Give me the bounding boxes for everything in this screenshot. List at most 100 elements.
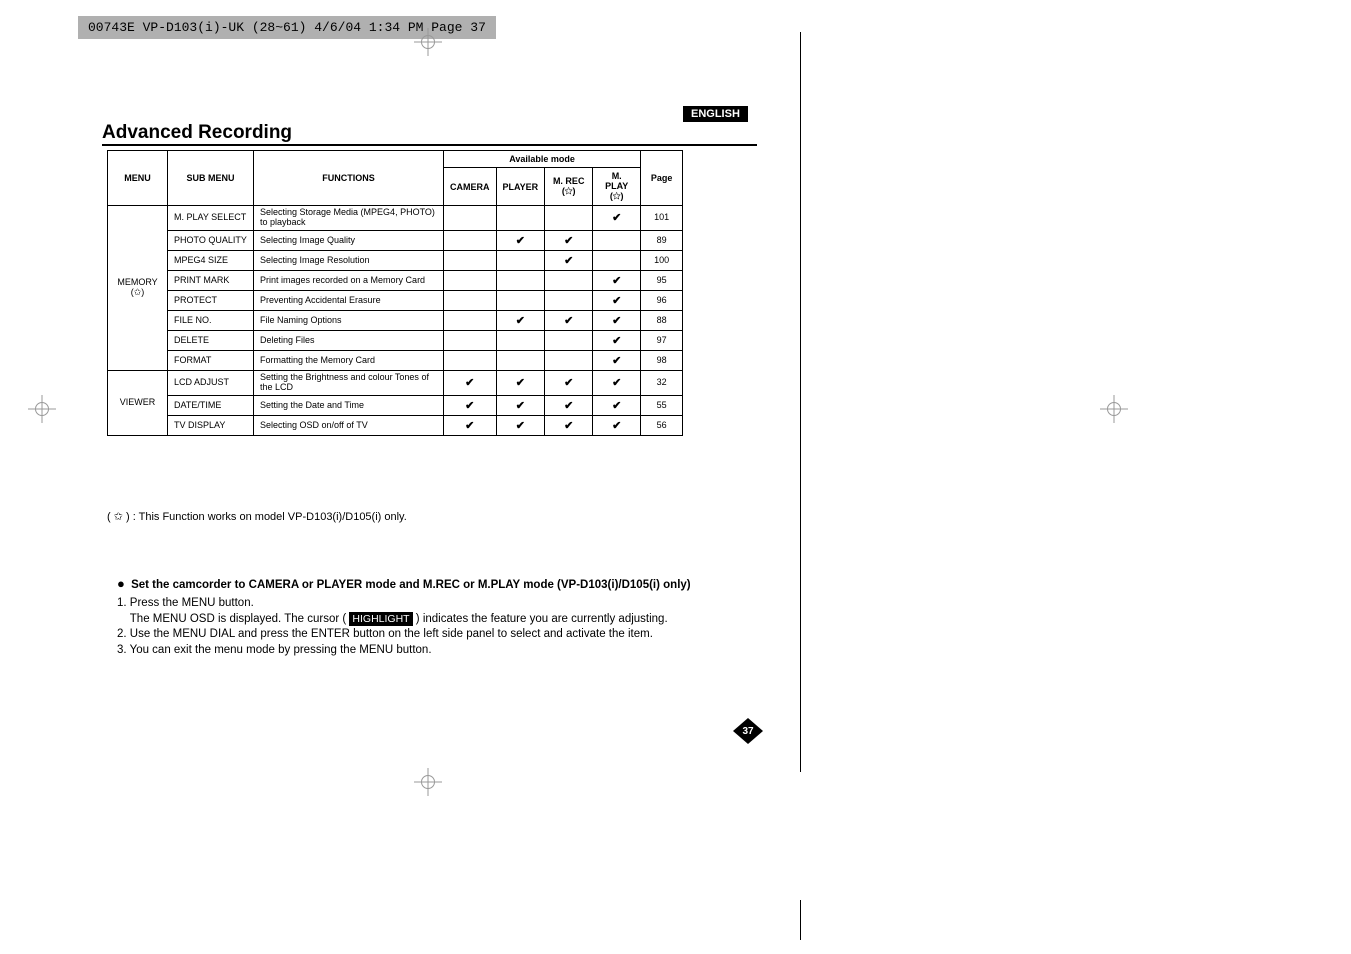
table-cell: ✔: [593, 330, 641, 350]
table-cell: PHOTO QUALITY: [168, 230, 254, 250]
table-cell: Selecting Image Resolution: [254, 250, 444, 270]
menu-cell-memory: MEMORY (✩): [108, 206, 168, 371]
th-player: PLAYER: [496, 168, 545, 206]
table-cell: ✔: [444, 395, 497, 415]
table-cell: ✔: [593, 206, 641, 231]
table-cell: PROTECT: [168, 290, 254, 310]
table-cell: ✔: [444, 370, 497, 395]
table-cell: ✔: [593, 395, 641, 415]
th-page: Page: [641, 151, 683, 206]
registration-mark-left: [28, 395, 56, 423]
table-cell: ✔: [496, 415, 545, 435]
table-cell: Deleting Files: [254, 330, 444, 350]
instructions-list: 1. Press the MENU button. The MENU OSD i…: [117, 596, 668, 658]
table-cell: 55: [641, 395, 683, 415]
table-cell: 32: [641, 370, 683, 395]
th-mplay: M. PLAY (✩): [593, 168, 641, 206]
table-cell: ✔: [545, 250, 593, 270]
table-cell: ✔: [545, 310, 593, 330]
table-cell: [545, 330, 593, 350]
table-cell: 56: [641, 415, 683, 435]
table-cell: ✔: [444, 415, 497, 435]
line1b-prefix: The MENU OSD is displayed. The cursor (: [130, 613, 350, 625]
instructions-header-text: Set the camcorder to CAMERA or PLAYER mo…: [131, 579, 691, 591]
table-cell: Formatting the Memory Card: [254, 350, 444, 370]
table-cell: DELETE: [168, 330, 254, 350]
page-number-badge: 37: [731, 716, 765, 746]
table-cell: [444, 250, 497, 270]
table-cell: Setting the Date and Time: [254, 395, 444, 415]
table-cell: [444, 270, 497, 290]
menu-reference-table: MENU SUB MENU FUNCTIONS Available mode P…: [107, 150, 683, 436]
table-cell: 100: [641, 250, 683, 270]
page-number: 37: [742, 726, 753, 737]
table-cell: PRINT MARK: [168, 270, 254, 290]
table-cell: ✔: [593, 270, 641, 290]
line3-text: You can exit the menu mode by pressing t…: [130, 644, 432, 656]
table-cell: Selecting Storage Media (MPEG4, PHOTO) t…: [254, 206, 444, 231]
th-available-mode: Available mode: [444, 151, 641, 168]
table-cell: [545, 206, 593, 231]
th-submenu: SUB MENU: [168, 151, 254, 206]
table-cell: Print images recorded on a Memory Card: [254, 270, 444, 290]
table-cell: [444, 290, 497, 310]
th-functions: FUNCTIONS: [254, 151, 444, 206]
table-cell: FILE NO.: [168, 310, 254, 330]
table-cell: [545, 270, 593, 290]
table-cell: 95: [641, 270, 683, 290]
table-cell: ✔: [545, 370, 593, 395]
table-cell: [444, 230, 497, 250]
table-cell: 97: [641, 330, 683, 350]
table-cell: ✔: [496, 310, 545, 330]
table-cell: 89: [641, 230, 683, 250]
table-cell: [444, 350, 497, 370]
th-camera: CAMERA: [444, 168, 497, 206]
line1b-suffix: ) indicates the feature you are currentl…: [413, 613, 668, 625]
table-body: MEMORY (✩) M. PLAY SELECT Selecting Stor…: [108, 206, 683, 436]
table-cell: ✔: [593, 290, 641, 310]
table-cell: TV DISPLAY: [168, 415, 254, 435]
title-underline: [102, 144, 757, 146]
line2-label: 2.: [117, 628, 130, 640]
table-cell: 101: [641, 206, 683, 231]
instruction-line-3: 3. You can exit the menu mode by pressin…: [117, 643, 668, 659]
table-cell: FORMAT: [168, 350, 254, 370]
table-cell: LCD ADJUST: [168, 370, 254, 395]
registration-mark-top: [414, 28, 442, 56]
table-cell: Preventing Accidental Erasure: [254, 290, 444, 310]
line1a: Press the MENU button.: [130, 597, 254, 609]
table-cell: [545, 350, 593, 370]
table-cell: [593, 230, 641, 250]
table-cell: ✔: [496, 395, 545, 415]
line2-text: Use the MENU DIAL and press the ENTER bu…: [130, 628, 653, 640]
table-cell: [496, 206, 545, 231]
table-cell: [496, 290, 545, 310]
bullet-icon: ●: [117, 576, 125, 591]
registration-mark-right: [1100, 395, 1128, 423]
table-cell: ✔: [545, 230, 593, 250]
instruction-line-2: 2. Use the MENU DIAL and press the ENTER…: [117, 627, 668, 643]
line1-label: 1.: [117, 597, 130, 609]
table-cell: Setting the Brightness and colour Tones …: [254, 370, 444, 395]
table-cell: [444, 310, 497, 330]
table-cell: [496, 250, 545, 270]
language-badge: ENGLISH: [683, 106, 748, 122]
table-cell: MPEG4 SIZE: [168, 250, 254, 270]
table-cell: ✔: [593, 310, 641, 330]
table-cell: ✔: [593, 350, 641, 370]
frame-line-bottom: [800, 900, 801, 940]
table-cell: DATE/TIME: [168, 395, 254, 415]
footnote: ( ✩ ) : This Function works on model VP-…: [107, 510, 407, 523]
instruction-line-1: 1. Press the MENU button. The MENU OSD i…: [117, 596, 668, 627]
table-cell: [496, 270, 545, 290]
th-menu: MENU: [108, 151, 168, 206]
table-cell: Selecting OSD on/off of TV: [254, 415, 444, 435]
table-cell: ✔: [593, 415, 641, 435]
table-cell: 98: [641, 350, 683, 370]
table-cell: ✔: [496, 230, 545, 250]
line3-label: 3.: [117, 644, 130, 656]
table-cell: ✔: [545, 415, 593, 435]
table-cell: [444, 206, 497, 231]
table-cell: [496, 350, 545, 370]
registration-mark-bottom: [414, 768, 442, 796]
